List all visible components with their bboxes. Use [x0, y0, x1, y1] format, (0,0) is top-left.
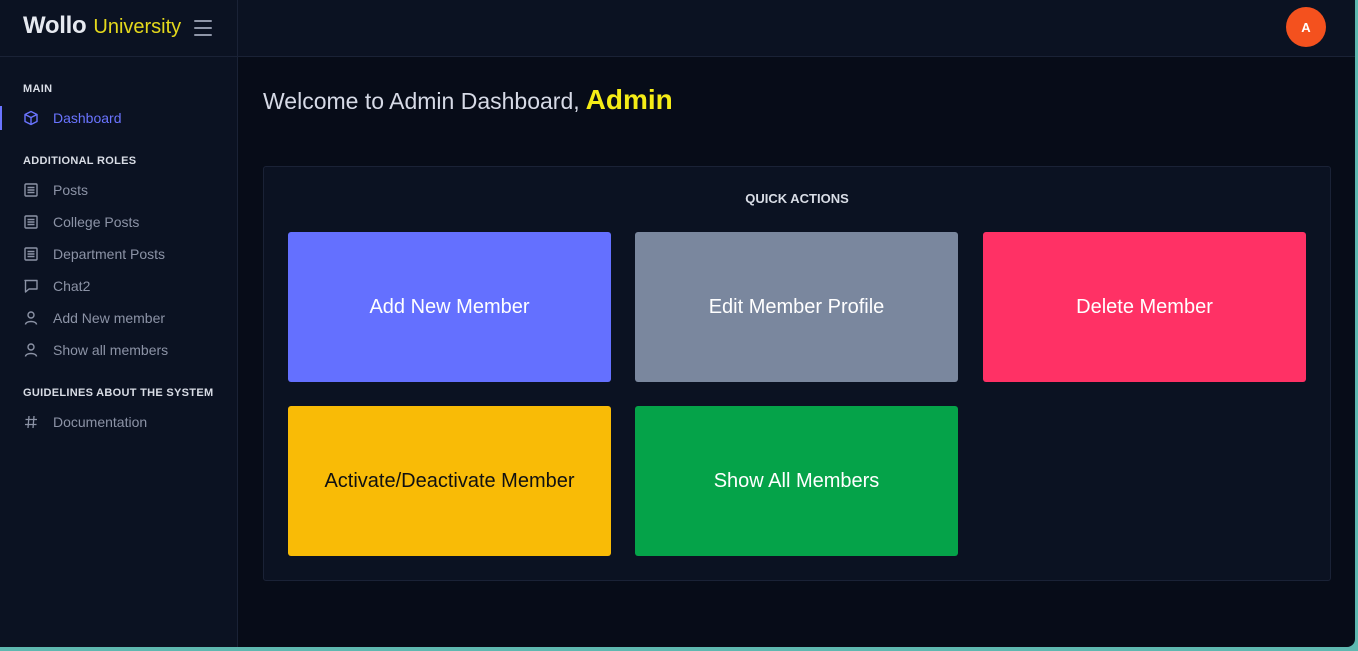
sidebar-section-guidelines: GUIDELINES ABOUT THE SYSTEM	[23, 387, 214, 399]
quick-actions-title: QUICK ACTIONS	[745, 191, 849, 206]
activate-deactivate-member-button[interactable]: Activate/Deactivate Member	[288, 406, 611, 556]
sidebar-item-show-all-members[interactable]: Show all members	[0, 336, 237, 364]
add-new-member-button[interactable]: Add New Member	[288, 232, 611, 382]
avatar[interactable]: A	[1286, 7, 1326, 47]
brand-subtitle: University	[93, 16, 182, 38]
sidebar: MAIN Dashboard ADDITIONAL ROLES Posts Co…	[0, 57, 238, 647]
list-icon	[23, 214, 39, 230]
sidebar-item-label: Dashboard	[53, 110, 122, 126]
edit-member-profile-button[interactable]: Edit Member Profile	[635, 232, 958, 382]
page-title: Welcome to Admin Dashboard, Admin	[263, 84, 673, 116]
cube-icon	[23, 110, 39, 126]
sidebar-item-label: Add New member	[53, 310, 166, 326]
sidebar-section-additional-roles: ADDITIONAL ROLES	[23, 155, 137, 167]
welcome-user-name: Admin	[585, 84, 673, 115]
top-header: Wollo University A	[0, 0, 1355, 57]
sidebar-item-label: Department Posts	[53, 246, 166, 262]
user-icon	[23, 342, 39, 358]
quick-actions-panel: QUICK ACTIONS Add New Member Edit Member…	[263, 166, 1331, 581]
list-icon	[23, 182, 39, 198]
brand-area: Wollo University	[0, 0, 238, 57]
delete-member-button[interactable]: Delete Member	[983, 232, 1306, 382]
sidebar-item-posts[interactable]: Posts	[0, 176, 237, 204]
list-icon	[23, 246, 39, 262]
sidebar-item-chat2[interactable]: Chat2	[0, 272, 237, 300]
sidebar-item-label: Chat2	[53, 278, 91, 294]
sidebar-item-label: Posts	[53, 182, 89, 198]
sidebar-item-label: Documentation	[53, 414, 148, 430]
brand-name: Wollo	[23, 12, 87, 39]
sidebar-item-add-new-member[interactable]: Add New member	[0, 304, 237, 332]
app-window: Wollo University A MAIN Dashboard ADDITI…	[0, 0, 1355, 647]
brand-logo[interactable]: Wollo University	[23, 12, 181, 40]
sidebar-item-dashboard[interactable]: Dashboard	[0, 104, 237, 132]
hash-icon	[23, 414, 39, 430]
sidebar-item-documentation[interactable]: Documentation	[0, 408, 237, 436]
chat-icon	[23, 278, 39, 294]
user-icon	[23, 310, 39, 326]
sidebar-item-label: Show all members	[53, 342, 169, 358]
show-all-members-button[interactable]: Show All Members	[635, 406, 958, 556]
sidebar-item-college-posts[interactable]: College Posts	[0, 208, 237, 236]
sidebar-item-department-posts[interactable]: Department Posts	[0, 240, 237, 268]
hamburger-menu-icon[interactable]	[193, 19, 213, 37]
sidebar-item-label: College Posts	[53, 214, 140, 230]
welcome-text: Welcome to Admin Dashboard,	[263, 88, 580, 114]
sidebar-section-main: MAIN	[23, 83, 53, 95]
